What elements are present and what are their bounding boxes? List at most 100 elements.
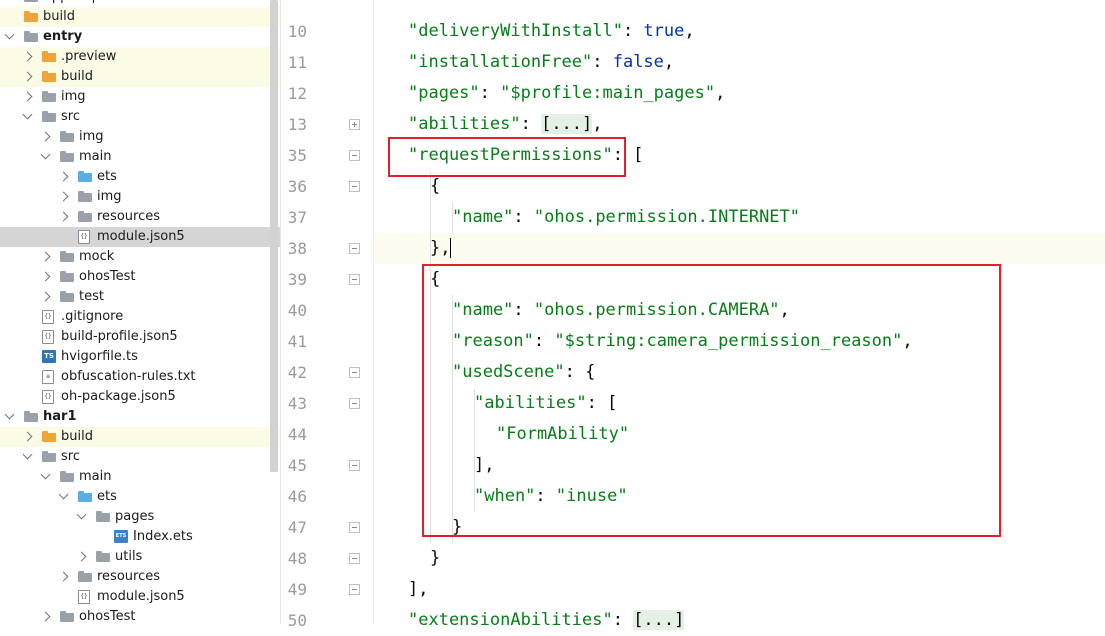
tree-item-entry[interactable]: entry [0, 27, 280, 47]
tree-item-test[interactable]: test [0, 287, 280, 307]
chevron-down-icon[interactable] [58, 489, 69, 500]
chevron-right-icon[interactable] [22, 91, 33, 102]
line-number: 12 [287, 84, 307, 103]
tree-item-label: module.json5 [97, 589, 185, 604]
tree-item-ohostest[interactable]: ohosTest [0, 607, 280, 624]
highlight-camera-permission-block [422, 264, 1001, 537]
chevron-right-icon[interactable] [58, 571, 69, 582]
fold-collapse-icon[interactable] [349, 398, 360, 409]
tree-item-ets[interactable]: ets [0, 487, 280, 507]
tree-item-img[interactable]: img [0, 187, 280, 207]
tree-item-resources[interactable]: resources [0, 207, 280, 227]
code-token: "$profile:main_pages" [500, 83, 716, 103]
chevron-down-icon[interactable] [40, 469, 51, 480]
code-token: true [643, 21, 685, 41]
chevron-right-icon[interactable] [76, 551, 87, 562]
code-token: { [430, 176, 441, 196]
chevron-right-icon[interactable] [40, 611, 51, 622]
tree-item-ohostest[interactable]: ohosTest [0, 267, 280, 287]
tree-item-har1[interactable]: har1 [0, 407, 280, 427]
tree-item-build-profile-json5[interactable]: {} build-profile.json5 [0, 327, 280, 347]
tree-item-label: src [61, 109, 80, 124]
fold-collapse-icon[interactable] [349, 460, 360, 471]
code-token: "extensionAbilities" [408, 610, 613, 630]
tree-item-module-json5[interactable]: {} module.json5 [0, 227, 280, 247]
chevron-right-icon[interactable] [22, 71, 33, 82]
chevron-right-icon[interactable] [22, 431, 33, 442]
tree-item-pages[interactable]: pages [0, 507, 280, 527]
tree-item-obfuscation-rules-txt[interactable]: ≡ obfuscation-rules.txt [0, 367, 280, 387]
line-number: 11 [287, 53, 307, 72]
json-file-icon: {} [42, 330, 54, 344]
tree-item-img[interactable]: img [0, 127, 280, 147]
chevron-right-icon[interactable] [22, 51, 33, 62]
tree-item-img[interactable]: img [0, 87, 280, 107]
code-token: : [592, 52, 613, 72]
line-number: 38 [287, 239, 307, 258]
chevron-right-icon[interactable] [58, 191, 69, 202]
folded-region[interactable]: [...] [541, 114, 593, 134]
tree-item-resources[interactable]: resources [0, 567, 280, 587]
chevron-right-icon[interactable] [58, 211, 69, 222]
tree-item-index-ets[interactable]: ETS Index.ets [0, 527, 280, 547]
fold-collapse-icon[interactable] [349, 150, 360, 161]
tree-item-label: entry [43, 29, 83, 44]
tree-item-module-json5[interactable]: {} module.json5 [0, 587, 280, 607]
chevron-down-icon[interactable] [76, 509, 87, 520]
line-number: 49 [287, 580, 307, 599]
fold-collapse-icon[interactable] [349, 367, 360, 378]
tree-item-utils[interactable]: utils [0, 547, 280, 567]
folded-region[interactable]: [...] [633, 610, 685, 630]
folder-icon [60, 610, 74, 623]
line-number: 44 [287, 425, 307, 444]
tree-item-main[interactable]: main [0, 147, 280, 167]
tree-item-preview[interactable]: .preview [0, 47, 280, 67]
module-folder-icon [24, 410, 38, 423]
chevron-right-icon[interactable] [40, 271, 51, 282]
tree-item-build[interactable]: build [0, 427, 280, 447]
tree-item-label: .gitignore [61, 309, 124, 324]
tree-item-label: utils [115, 549, 143, 564]
tree-item-build[interactable]: build [0, 67, 280, 87]
tree-item-hvigorfile-ts[interactable]: TS hvigorfile.ts [0, 347, 280, 367]
chevron-down-icon[interactable] [22, 449, 33, 460]
fold-collapse-icon[interactable] [349, 522, 360, 533]
code-token: false [612, 52, 664, 72]
tree-item-gitignore[interactable]: {} .gitignore [0, 307, 280, 327]
tree-item-mock[interactable]: mock [0, 247, 280, 267]
tree-item-build[interactable]: build [0, 7, 280, 27]
fold-collapse-icon[interactable] [349, 181, 360, 192]
chevron-down-icon[interactable] [22, 109, 33, 120]
tree-item-appscope[interactable]: AppScope [0, 0, 280, 7]
line-number: 46 [287, 487, 307, 506]
fold-expand-icon[interactable] [349, 119, 360, 130]
chevron-right-icon[interactable] [40, 131, 51, 142]
code-token: }, [430, 238, 451, 258]
fold-collapse-icon[interactable] [349, 274, 360, 285]
tree-item-label: build [61, 429, 93, 444]
code-line[interactable]: }, [374, 233, 1105, 264]
code-token: , [715, 83, 726, 103]
tree-item-src[interactable]: src [0, 107, 280, 127]
fold-collapse-icon[interactable] [349, 584, 360, 595]
line-number: 40 [287, 301, 307, 320]
chevron-down-icon[interactable] [40, 149, 51, 160]
chevron-right-icon[interactable] [58, 171, 69, 182]
chevron-right-icon[interactable] [40, 291, 51, 302]
folder-icon [60, 130, 74, 143]
tree-item-src[interactable]: src [0, 447, 280, 467]
chevron-down-icon[interactable] [4, 409, 15, 420]
fold-collapse-icon[interactable] [349, 243, 360, 254]
project-tree-scrollbar[interactable] [270, 0, 278, 472]
folder-icon [42, 110, 56, 123]
tree-item-label: main [79, 149, 112, 164]
tree-item-label: img [61, 89, 86, 104]
tree-item-ets[interactable]: ets [0, 167, 280, 187]
tree-item-oh-package-json5[interactable]: {} oh-package.json5 [0, 387, 280, 407]
chevron-down-icon[interactable] [4, 29, 15, 40]
tree-item-label: module.json5 [97, 229, 185, 244]
fold-collapse-icon[interactable] [349, 553, 360, 564]
tree-item-label: ets [97, 169, 117, 184]
chevron-right-icon[interactable] [40, 251, 51, 262]
tree-item-main[interactable]: main [0, 467, 280, 487]
